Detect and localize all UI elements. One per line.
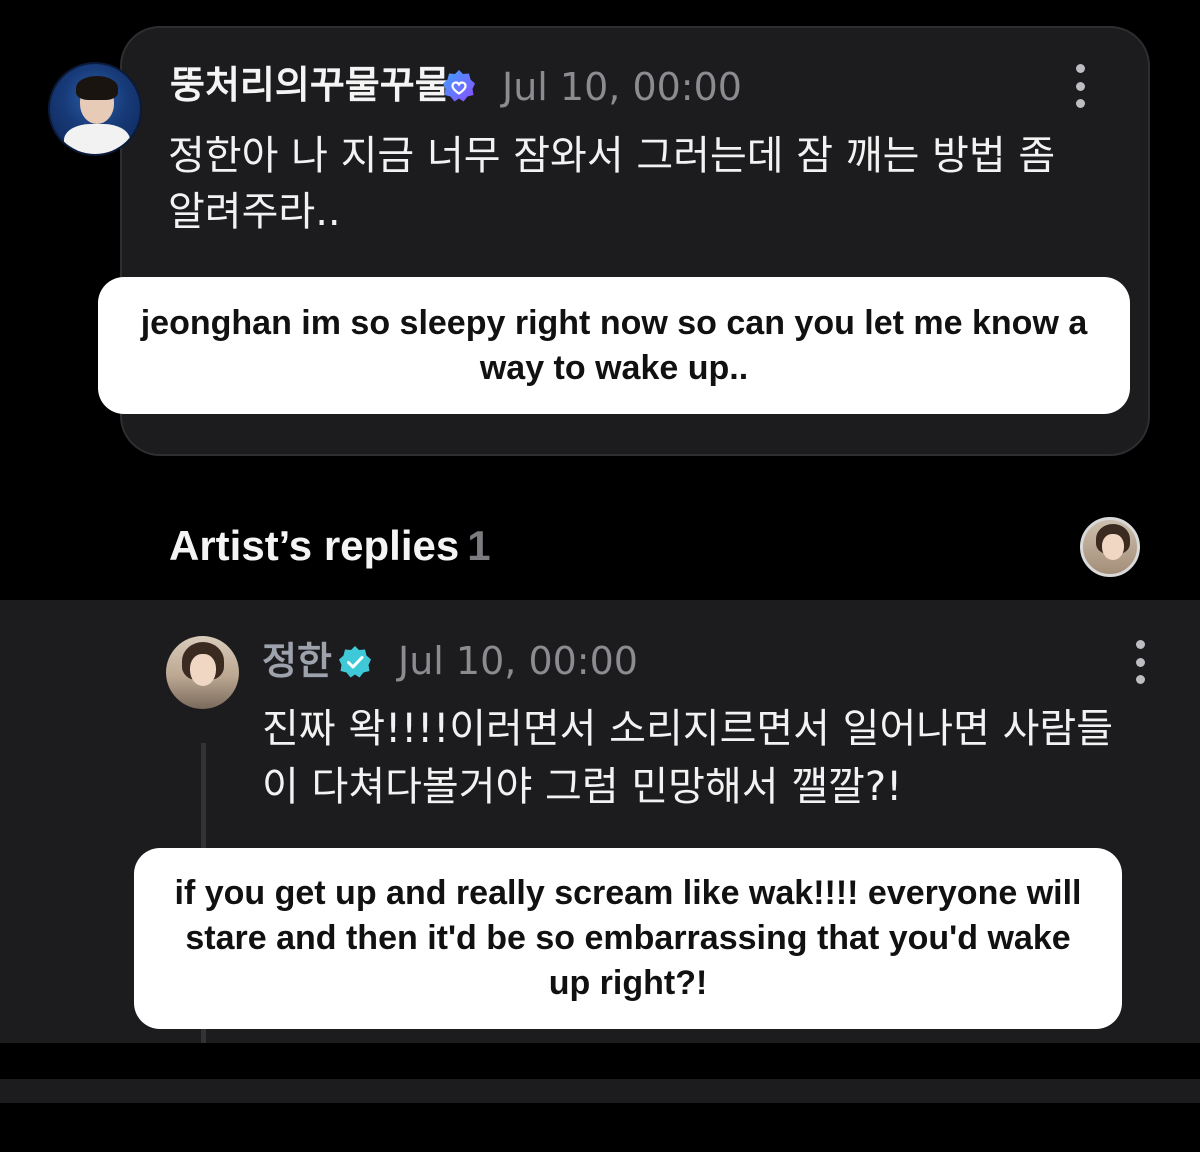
artist-reply-translation: if you get up and really scream like wak… xyxy=(134,848,1122,1029)
fan-post-more-icon[interactable] xyxy=(1073,64,1087,108)
artist-reply-timestamp: Jul 10, 00:00 xyxy=(398,639,638,683)
artist-replies-title: Artist’s replies xyxy=(169,522,460,569)
artist-replies-count: 1 xyxy=(467,522,491,569)
artist-reply-body: 진짜 왁!!!!이러면서 소리지르면서 일어나면 사람들이 다쳐다볼거야 그럼 … xyxy=(262,706,1113,810)
fan-post-author[interactable]: 뚱처리의꾸물꾸물 xyxy=(170,62,450,108)
artist-reply-translation-text: if you get up and really scream like wak… xyxy=(174,874,1082,1002)
app-screen: 뚱처리의꾸물꾸물 Jul 10, 00:00 정한아 나 지금 너무 잠와서 그… xyxy=(0,0,1200,1152)
fan-post-body: 정한아 나 지금 너무 잠와서 그러는데 잠 깨는 방법 좀 알려주라.. xyxy=(168,133,1056,235)
fan-avatar[interactable] xyxy=(48,62,142,156)
fan-verified-badge-icon xyxy=(443,70,475,102)
artist-verified-badge-icon xyxy=(339,646,371,678)
artist-avatar[interactable] xyxy=(166,636,239,709)
artist-reply-more-icon[interactable] xyxy=(1133,640,1147,684)
fan-post-timestamp: Jul 10, 00:00 xyxy=(502,65,742,109)
fan-post-translation-text: jeonghan im so sleepy right now so can y… xyxy=(140,303,1088,387)
fan-post-translation: jeonghan im so sleepy right now so can y… xyxy=(98,277,1130,414)
artist-replies-header: Artist’s replies 1 xyxy=(169,518,491,574)
artist-reply-author[interactable]: 정한 xyxy=(262,638,332,684)
bottom-divider xyxy=(0,1079,1200,1103)
artist-header-avatar[interactable] xyxy=(1080,517,1140,577)
